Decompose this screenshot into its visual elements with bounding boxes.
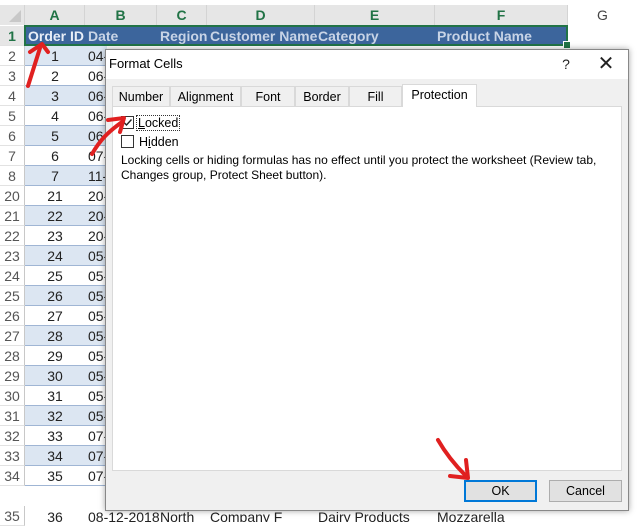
cell-order-id[interactable]: 25 xyxy=(25,266,85,286)
cell-order-id[interactable]: 32 xyxy=(25,406,85,426)
column-header-c[interactable]: C xyxy=(157,5,207,25)
cell-date[interactable]: 06- xyxy=(85,86,107,106)
row-header[interactable]: 35 xyxy=(0,506,25,526)
cell-date[interactable]: 06- xyxy=(85,106,107,126)
protection-info-text: Locking cells or hiding formulas has no … xyxy=(121,153,597,182)
tab-number[interactable]: Number xyxy=(112,86,170,106)
cell-date[interactable]: 20- xyxy=(85,206,107,226)
cell-date[interactable]: 05- xyxy=(85,286,107,306)
column-header-d[interactable]: D xyxy=(207,5,315,25)
cell-order-id[interactable]: 24 xyxy=(25,246,85,266)
column-header-a[interactable]: A xyxy=(25,5,85,25)
cell-date[interactable]: 06- xyxy=(85,66,107,86)
hidden-label[interactable]: Hidden xyxy=(139,135,179,149)
row-header[interactable]: 7 xyxy=(0,146,25,166)
checkmark-icon xyxy=(123,119,133,127)
cell-order-id[interactable]: 30 xyxy=(25,366,85,386)
row-header[interactable]: 28 xyxy=(0,346,25,366)
cell-date[interactable]: 05- xyxy=(85,266,107,286)
cell-order-id[interactable]: 21 xyxy=(25,186,85,206)
cell-order-id[interactable]: 4 xyxy=(25,106,85,126)
cell-order-id[interactable]: 7 xyxy=(25,166,85,186)
cell-date[interactable]: 05- xyxy=(85,366,107,386)
cancel-button[interactable]: Cancel xyxy=(549,480,622,502)
cell-order-id[interactable]: 6 xyxy=(25,146,85,166)
locked-checkbox[interactable] xyxy=(121,116,134,129)
selection-border xyxy=(24,25,571,49)
cell-order-id[interactable]: 1 xyxy=(25,46,85,66)
row-header[interactable]: 6 xyxy=(0,126,25,146)
cell-order-id[interactable]: 3 xyxy=(25,86,85,106)
cell-date[interactable]: 11- xyxy=(85,166,107,186)
cell-date[interactable]: 04- xyxy=(85,46,107,66)
cell-date[interactable]: 06- xyxy=(85,126,107,146)
row-header[interactable]: 29 xyxy=(0,366,25,386)
row-header[interactable]: 32 xyxy=(0,426,25,446)
dialog-title: Format Cells xyxy=(109,56,183,71)
cell-order-id[interactable]: 23 xyxy=(25,226,85,246)
cell-date[interactable]: 05- xyxy=(85,346,107,366)
help-icon[interactable]: ? xyxy=(556,54,576,74)
cell-date[interactable]: 07- xyxy=(85,466,107,486)
tab-font[interactable]: Font xyxy=(241,86,295,106)
cell-order-id[interactable]: 33 xyxy=(25,426,85,446)
row-header[interactable]: 31 xyxy=(0,406,25,426)
cell-order-id[interactable]: 5 xyxy=(25,126,85,146)
tab-alignment[interactable]: Alignment xyxy=(170,86,241,106)
format-cells-dialog: Format Cells ? ✕ Number Alignment Font B… xyxy=(105,49,629,511)
row-header[interactable]: 22 xyxy=(0,226,25,246)
row-header[interactable]: 33 xyxy=(0,446,25,466)
row-header[interactable]: 25 xyxy=(0,286,25,306)
cell-order-id[interactable]: 29 xyxy=(25,346,85,366)
row-header[interactable]: 23 xyxy=(0,246,25,266)
row-header[interactable]: 3 xyxy=(0,66,25,86)
cell-date[interactable]: 05- xyxy=(85,326,107,346)
cell-date[interactable]: 07- xyxy=(85,426,107,446)
row-header[interactable]: 8 xyxy=(0,166,25,186)
select-all-corner[interactable] xyxy=(0,5,25,25)
cell-order-id[interactable]: 27 xyxy=(25,306,85,326)
cell-order-id[interactable]: 2 xyxy=(25,66,85,86)
row-header[interactable]: 30 xyxy=(0,386,25,406)
row-header[interactable]: 24 xyxy=(0,266,25,286)
column-header-e[interactable]: E xyxy=(315,5,435,25)
row-header[interactable]: 5 xyxy=(0,106,25,126)
cell-order-id[interactable]: 34 xyxy=(25,446,85,466)
row-header[interactable]: 21 xyxy=(0,206,25,226)
tab-protection[interactable]: Protection xyxy=(402,84,477,107)
protection-panel: Locked Hidden Locking cells or hiding fo… xyxy=(112,106,622,471)
row-header[interactable]: 4 xyxy=(0,86,25,106)
cell-order-id[interactable]: 36 xyxy=(25,508,85,522)
cell-date[interactable]: 05- xyxy=(85,306,107,326)
close-icon[interactable]: ✕ xyxy=(594,54,618,74)
cell-date[interactable]: 20- xyxy=(85,186,107,206)
ok-button[interactable]: OK xyxy=(464,480,537,502)
cell-order-id[interactable]: 22 xyxy=(25,206,85,226)
cell-order-id[interactable]: 28 xyxy=(25,326,85,346)
cell-order-id[interactable]: 26 xyxy=(25,286,85,306)
column-header-g[interactable]: G xyxy=(568,5,637,25)
cell-date[interactable]: 07- xyxy=(85,446,107,466)
row-header[interactable]: 34 xyxy=(0,466,25,486)
locked-label[interactable]: Locked xyxy=(135,115,181,131)
dialog-titlebar[interactable]: Format Cells ? ✕ xyxy=(106,50,628,79)
cell-date[interactable]: 05- xyxy=(85,406,107,426)
row-header[interactable]: 2 xyxy=(0,46,25,66)
row-header-1[interactable]: 1 xyxy=(0,26,25,46)
cell-date[interactable]: 05- xyxy=(85,246,107,266)
tab-fill[interactable]: Fill xyxy=(349,86,402,106)
column-header-b[interactable]: B xyxy=(85,5,157,25)
cell-order-id[interactable]: 31 xyxy=(25,386,85,406)
row-header[interactable]: 20 xyxy=(0,186,25,206)
cell-order-id[interactable]: 35 xyxy=(25,466,85,486)
hidden-checkbox[interactable] xyxy=(121,135,134,148)
cell-date[interactable]: 07- xyxy=(85,146,107,166)
cell-date[interactable]: 05- xyxy=(85,386,107,406)
cell-date[interactable]: 20- xyxy=(85,226,107,246)
tab-border[interactable]: Border xyxy=(295,86,349,106)
row-header[interactable]: 27 xyxy=(0,326,25,346)
row-header[interactable]: 26 xyxy=(0,306,25,326)
column-header-f[interactable]: F xyxy=(435,5,568,25)
